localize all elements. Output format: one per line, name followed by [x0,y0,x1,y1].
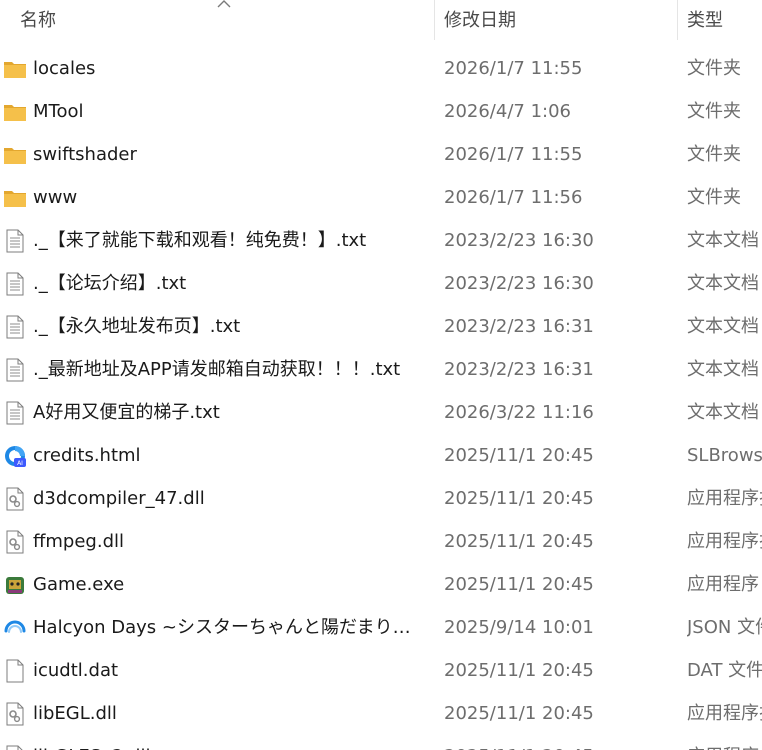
column-header-type[interactable]: 类型 [687,0,723,40]
file-type: 文本文档 [687,316,759,337]
text-file-icon [3,358,27,382]
text-file-icon [3,315,27,339]
text-file-icon [3,401,27,425]
file-name: ffmpeg.dll [33,531,125,552]
file-date-modified: 2025/11/1 20:45 [444,735,594,750]
file-date-modified: 2025/11/1 20:45 [444,531,594,552]
file-row[interactable]: ._【论坛介绍】.txt 2023/2/23 16:30 文本文档 [0,262,762,305]
file-name: A好用又便宜的梯子.txt [33,402,220,423]
file-name: MTool [33,101,84,122]
file-date-modified: 2023/2/23 16:31 [444,316,594,337]
sort-ascending-icon[interactable] [216,0,232,10]
file-explorer-details-view: 名称 修改日期 类型 locales 2026/1/7 11:55 文件夹 MToo… [0,0,762,750]
file-type: DAT 文件 [687,660,762,681]
file-name: libGLESv2.dll [33,735,428,750]
file-date-modified: 2025/11/1 20:45 [444,660,594,681]
file-date-modified: 2025/9/14 10:01 [444,617,594,638]
game-exe-icon [3,573,27,597]
file-type: 应用程序扩展 [687,735,762,750]
file-row[interactable]: Game.exe 2025/11/1 20:45 应用程序 [0,563,762,606]
dll-file-icon [3,702,27,726]
column-header-bar: 名称 修改日期 类型 [0,0,762,40]
file-date-modified: 2026/3/22 11:16 [444,402,594,423]
file-type: 文本文档 [687,273,759,294]
file-row[interactable]: d3dcompiler_47.dll 2025/11/1 20:45 应用程序扩展 [0,477,762,520]
file-name: ._【永久地址发布页】.txt [33,316,241,337]
file-date-modified: 2026/1/7 11:55 [444,58,583,79]
file-type: 文本文档 [687,402,759,423]
file-date-modified: 2025/11/1 20:45 [444,574,594,595]
file-row[interactable]: MTool 2026/4/7 1:06 文件夹 [0,90,762,133]
file-date-modified: 2023/2/23 16:30 [444,273,594,294]
file-date-modified: 2026/1/7 11:55 [444,144,583,165]
file-row[interactable]: libEGL.dll 2025/11/1 20:45 应用程序扩展 [0,692,762,735]
file-name: Game.exe [33,574,125,595]
file-row[interactable]: ._最新地址及APP请发邮箱自动获取！！！.txt 2023/2/23 16:31… [0,348,762,391]
file-type: 应用程序扩展 [687,488,762,509]
file-row[interactable]: locales 2026/1/7 11:55 文件夹 [0,47,762,90]
file-name: locales [33,58,96,79]
file-type: SLBrowser [687,445,762,466]
file-type: 文件夹 [687,101,741,122]
file-date-modified: 2026/1/7 11:56 [444,187,583,208]
file-name: www [33,187,78,208]
file-name: ._【论坛介绍】.txt [33,273,187,294]
file-row[interactable]: ._【来了就能下载和观看！纯免费！】.txt 2023/2/23 16:30 文本文… [0,219,762,262]
file-row[interactable]: libGLESv2.dll 2025/11/1 20:45 应用程序扩展 [0,735,762,750]
blank-file-icon [3,659,27,683]
file-type: 文件夹 [687,144,741,165]
file-name: ._最新地址及APP请发邮箱自动获取！！！.txt [33,359,401,380]
file-name: Halcyon Days ~シスターちゃんと陽だまりの… [33,617,428,638]
column-header-name[interactable]: 名称 [20,0,56,40]
file-type: 应用程序扩展 [687,531,762,552]
file-name: icudtl.dat [33,660,119,681]
file-date-modified: 2023/2/23 16:31 [444,359,594,380]
folder-icon [3,57,27,81]
file-date-modified: 2025/11/1 20:45 [444,488,594,509]
file-row[interactable]: www 2026/1/7 11:56 文件夹 [0,176,762,219]
file-name: d3dcompiler_47.dll [33,488,205,509]
file-name: credits.html [33,445,141,466]
file-name: libEGL.dll [33,703,117,724]
file-row[interactable]: ._【永久地址发布页】.txt 2023/2/23 16:31 文本文档 [0,305,762,348]
dll-file-icon [3,530,27,554]
file-row[interactable]: Halcyon Days ~シスターちゃんと陽だまりの… 2025/9/14 10… [0,606,762,649]
folder-icon [3,100,27,124]
file-date-modified: 2026/4/7 1:06 [444,101,571,122]
browser-html-icon: AI [3,444,27,468]
file-type: 应用程序扩展 [687,703,762,724]
text-file-icon [3,272,27,296]
column-divider[interactable] [677,0,678,40]
file-row[interactable]: icudtl.dat 2025/11/1 20:45 DAT 文件 [0,649,762,692]
file-type: 文件夹 [687,187,741,208]
folder-icon [3,186,27,210]
file-row[interactable]: A好用又便宜的梯子.txt 2026/3/22 11:16 文本文档 [0,391,762,434]
column-header-date-modified[interactable]: 修改日期 [444,0,516,40]
file-type: JSON 文件 [687,617,762,638]
file-type: 文本文档 [687,359,759,380]
file-row[interactable]: AI credits.html 2025/11/1 20:45 SLBrowser [0,434,762,477]
file-list: locales 2026/1/7 11:55 文件夹 MTool 2026/4/7 1… [0,47,762,750]
dll-file-icon [3,745,27,750]
json-file-icon [3,616,27,640]
file-type: 文本文档 [687,230,759,251]
file-row[interactable]: swiftshader 2026/1/7 11:55 文件夹 [0,133,762,176]
file-type: 文件夹 [687,58,741,79]
file-date-modified: 2025/11/1 20:45 [444,445,594,466]
dll-file-icon [3,487,27,511]
file-date-modified: 2025/11/1 20:45 [444,703,594,724]
file-type: 应用程序 [687,574,759,595]
file-name: swiftshader [33,144,137,165]
file-date-modified: 2023/2/23 16:30 [444,230,594,251]
svg-text:AI: AI [17,460,23,467]
folder-icon [3,143,27,167]
text-file-icon [3,229,27,253]
file-row[interactable]: ffmpeg.dll 2025/11/1 20:45 应用程序扩展 [0,520,762,563]
column-divider[interactable] [434,0,435,40]
file-name: ._【来了就能下载和观看！纯免费！】.txt [33,230,367,251]
